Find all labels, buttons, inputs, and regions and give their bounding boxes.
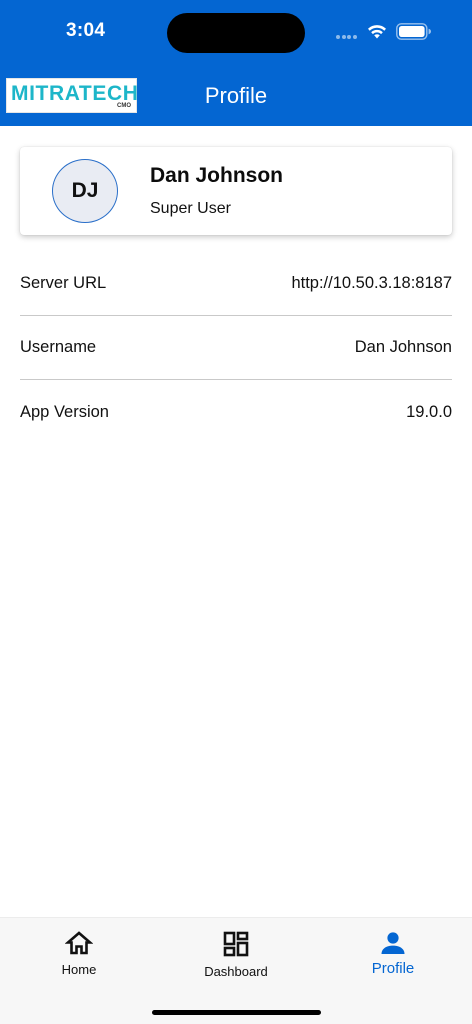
tab-home[interactable]: Home <box>19 930 139 990</box>
person-icon <box>381 932 405 954</box>
app-version-label: App Version <box>20 402 109 421</box>
mitratech-logo: MITRATECH CMO <box>6 78 138 113</box>
server-url-value: http://10.50.3.18:8187 <box>291 274 452 292</box>
dashboard-icon <box>223 931 249 957</box>
profile-info-list: Server URL http://10.50.3.18:8187 Userna… <box>20 252 452 444</box>
info-row-app-version: App Version 19.0.0 <box>20 380 452 444</box>
tab-profile[interactable]: Profile <box>333 930 453 990</box>
cellular-signal-icon <box>336 35 360 40</box>
profile-card: DJ Dan Johnson Super User <box>20 147 452 235</box>
page-title: Profile <box>204 83 268 108</box>
wifi-icon <box>368 25 386 39</box>
user-role: Super User <box>150 200 231 217</box>
status-time: 3:04 <box>66 20 106 41</box>
avatar: DJ <box>52 159 118 223</box>
home-indicator[interactable] <box>152 1010 321 1015</box>
bottom-tab-bar: Home Dashboard Profile <box>0 917 472 1024</box>
dynamic-island <box>167 13 305 53</box>
user-name: Dan Johnson <box>150 164 284 187</box>
username-value: Dan Johnson <box>354 338 452 356</box>
home-icon <box>65 931 93 955</box>
app-version-value: 19.0.0 <box>406 402 452 421</box>
status-bar: 3:04 <box>0 0 472 66</box>
tab-dashboard[interactable]: Dashboard <box>176 930 296 990</box>
tab-dashboard-label: Dashboard <box>204 964 268 979</box>
logo-subtext: CMO <box>117 103 131 109</box>
tab-profile-label: Profile <box>371 960 415 977</box>
server-url-label: Server URL <box>20 274 107 292</box>
tab-home-label: Home <box>61 962 97 977</box>
app-header: 3:04 MITRATECH CMO Profile <box>0 0 472 126</box>
info-row-server-url: Server URL http://10.50.3.18:8187 <box>20 252 452 316</box>
battery-icon <box>396 23 431 40</box>
info-row-username: Username Dan Johnson <box>20 316 452 380</box>
username-label: Username <box>20 338 97 356</box>
